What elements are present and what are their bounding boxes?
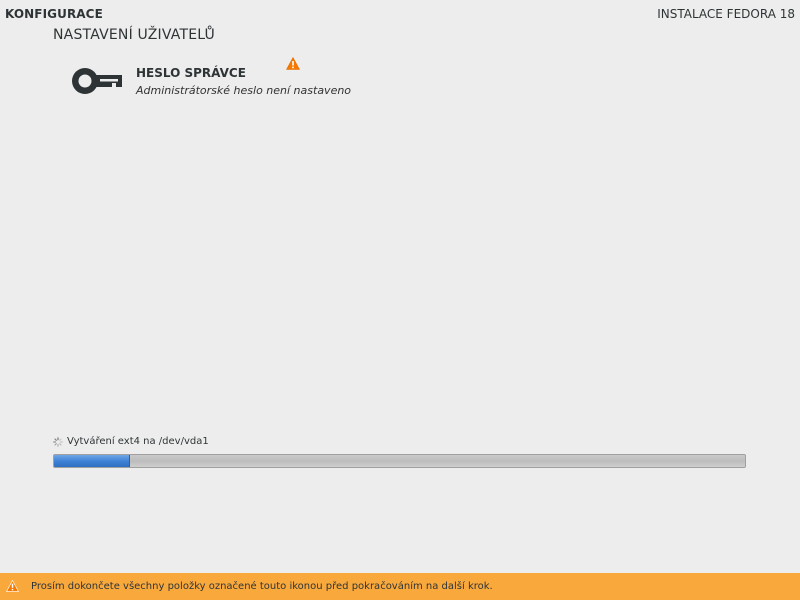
key-icon (72, 68, 122, 94)
spoke-status: Administrátorské heslo není nastaveno (136, 84, 352, 97)
hub-title: KONFIGURACE (5, 7, 103, 21)
section-title: NASTAVENÍ UŽIVATELŮ (53, 27, 215, 43)
warning-icon (6, 580, 19, 592)
spinner-icon (53, 436, 63, 447)
spoke-root-password[interactable]: HESLO SPRÁVCE Administrátorské heslo nen… (70, 57, 370, 104)
progress-label: Vytváření ext4 na /dev/vda1 (67, 436, 209, 447)
progress-bar-fill (54, 455, 130, 467)
product-title: INSTALACE FEDORA 18 (657, 7, 795, 21)
warning-bar: Prosím dokončete všechny položky označen… (0, 573, 800, 600)
warning-icon (286, 57, 300, 70)
warning-message: Prosím dokončete všechny položky označen… (31, 581, 493, 592)
spoke-title: HESLO SPRÁVCE (136, 66, 246, 80)
progress-bar (53, 454, 746, 468)
progress-status: Vytváření ext4 na /dev/vda1 (53, 436, 209, 447)
installer-window: KONFIGURACE INSTALACE FEDORA 18 NASTAVEN… (0, 0, 800, 600)
